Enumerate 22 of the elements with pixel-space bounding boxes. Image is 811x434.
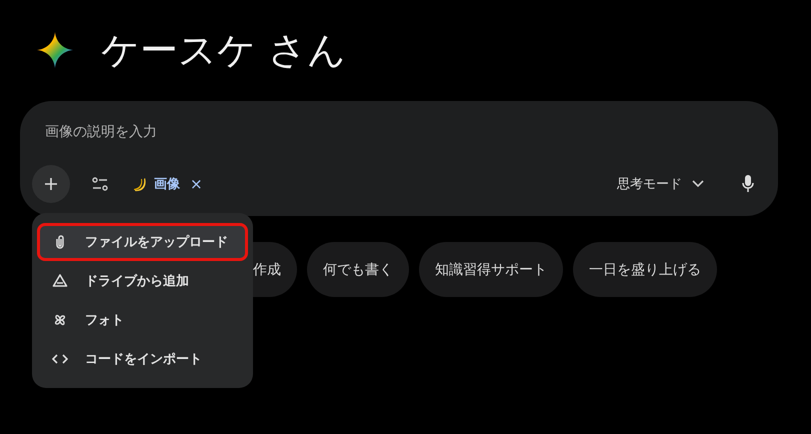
remove-chip-button[interactable]: × <box>186 175 203 193</box>
menu-item[interactable]: ファイルをアップロード <box>37 223 248 261</box>
suggestion-chip[interactable]: 何でも書く <box>307 242 409 297</box>
chip-label: 画像 <box>154 176 180 193</box>
greeting-title: ケースケ さん <box>101 26 346 74</box>
menu-item[interactable]: ドライブから追加 <box>37 262 248 300</box>
menu-item[interactable]: フォト <box>37 301 248 339</box>
suggestion-chip[interactable]: 一日を盛り上げる <box>573 242 717 297</box>
pinwheel-icon <box>52 312 68 328</box>
plus-icon <box>43 176 59 192</box>
suggestion-chip[interactable]: 知識習得サポート <box>419 242 563 297</box>
chevron-down-icon <box>692 180 704 188</box>
mode-dropdown[interactable]: 思考モード <box>617 175 704 193</box>
prompt-input[interactable]: 画像の説明を入力 <box>43 123 447 141</box>
add-button[interactable] <box>32 165 70 203</box>
sparkle-icon <box>37 32 73 68</box>
menu-item[interactable]: コードをインポート <box>37 340 248 378</box>
triangle-icon <box>52 273 68 289</box>
microphone-icon[interactable] <box>742 175 754 193</box>
image-tool-chip[interactable]: 画像 × <box>132 175 203 193</box>
banana-icon <box>132 176 148 192</box>
tools-icon[interactable] <box>92 177 108 191</box>
